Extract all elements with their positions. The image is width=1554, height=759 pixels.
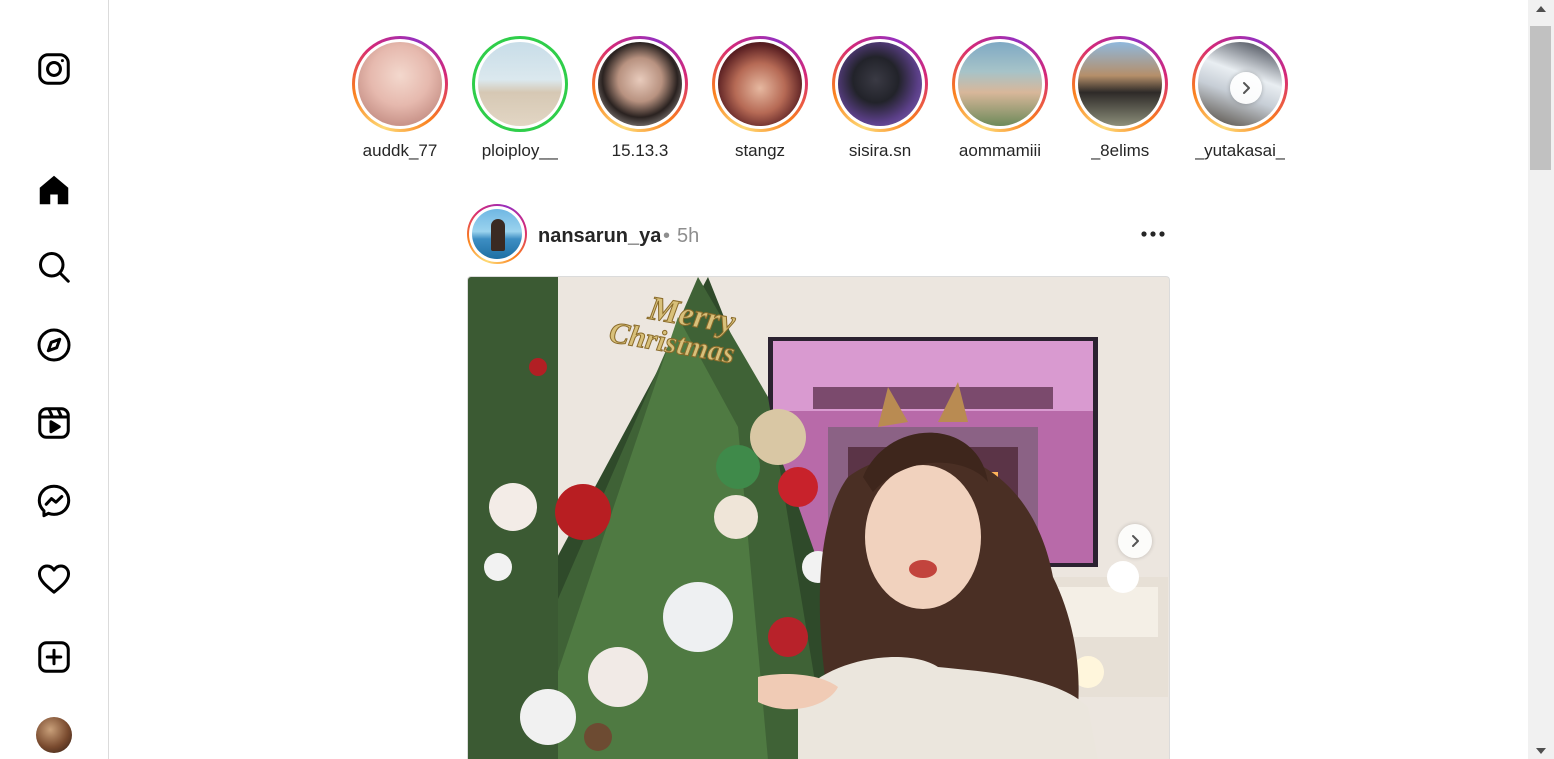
- search-icon: [39, 252, 70, 283]
- story-item[interactable]: auddk_77: [350, 36, 450, 166]
- sidebar-item-reels[interactable]: [30, 399, 78, 447]
- story-item[interactable]: ploiploy__: [470, 36, 570, 166]
- stories-tray: auddk_77 ploiploy__ 15.13.3 stangz sisir…: [350, 36, 1310, 166]
- story-ring: [472, 36, 568, 132]
- story-ring: [352, 36, 448, 132]
- heart-icon: [37, 564, 71, 594]
- story-avatar: [958, 42, 1042, 126]
- scroll-down-arrow-icon: [1536, 747, 1546, 754]
- story-avatar: [598, 42, 682, 126]
- story-username: _yutakasai_: [1194, 141, 1286, 160]
- instagram-logo-icon: [38, 53, 70, 85]
- messenger-icon: [37, 484, 71, 518]
- sidebar-item-explore[interactable]: [30, 321, 78, 369]
- post-carousel-next-button[interactable]: [1118, 524, 1152, 558]
- story-username: auddk_77: [362, 141, 438, 160]
- chevron-right-icon: [1243, 82, 1250, 94]
- post-more-button[interactable]: [1137, 222, 1169, 246]
- story-username: ploiploy__: [481, 141, 559, 160]
- create-icon: [38, 641, 70, 673]
- story-avatar: [358, 42, 442, 126]
- sidebar-item-notifications[interactable]: [30, 555, 78, 603]
- story-username: aommamiii: [958, 141, 1042, 160]
- story-avatar: [838, 42, 922, 126]
- main-feed: auddk_77 ploiploy__ 15.13.3 stangz sisir…: [110, 0, 1528, 759]
- more-horizontal-icon: [1141, 231, 1165, 237]
- sidebar-item-search[interactable]: [30, 243, 78, 291]
- instagram-logo[interactable]: [30, 45, 78, 93]
- story-ring: [952, 36, 1048, 132]
- story-ring: [1072, 36, 1168, 132]
- story-username: stangz: [734, 141, 786, 160]
- story-item[interactable]: stangz: [710, 36, 810, 166]
- sidebar: [0, 0, 109, 759]
- story-username: 15.13.3: [611, 141, 669, 160]
- scroll-down-button[interactable]: [1528, 742, 1554, 759]
- page-scrollbar[interactable]: [1528, 0, 1554, 759]
- post-separator: •: [663, 225, 671, 247]
- sidebar-item-profile-avatar[interactable]: [36, 717, 72, 753]
- story-username: _8elims: [1090, 141, 1150, 160]
- post-author-username[interactable]: nansarun_ya: [538, 225, 661, 248]
- story-avatar: [718, 42, 802, 126]
- scrollbar-thumb[interactable]: [1530, 26, 1551, 170]
- sidebar-item-messages[interactable]: [30, 477, 78, 525]
- post-header: nansarun_ya • 5h: [467, 204, 1170, 266]
- post-timestamp[interactable]: 5h: [677, 225, 699, 248]
- stories-next-button[interactable]: [1230, 72, 1262, 104]
- post-author-avatar[interactable]: [467, 204, 527, 264]
- story-avatar: [1078, 42, 1162, 126]
- story-ring: [712, 36, 808, 132]
- sidebar-item-create[interactable]: [30, 633, 78, 681]
- story-username: sisira.sn: [848, 141, 912, 160]
- story-ring: [592, 36, 688, 132]
- story-item[interactable]: _8elims: [1070, 36, 1170, 166]
- story-item[interactable]: aommamiii: [950, 36, 1050, 166]
- chevron-right-icon: [1132, 535, 1139, 547]
- story-avatar: [478, 42, 562, 126]
- explore-icon: [37, 328, 71, 362]
- post-photo: Merry Christmas: [468, 277, 1169, 759]
- reels-icon: [38, 407, 70, 439]
- story-ring: [832, 36, 928, 132]
- post-image[interactable]: Merry Christmas: [467, 276, 1170, 759]
- story-item[interactable]: sisira.sn: [830, 36, 930, 166]
- scroll-up-arrow-icon: [1536, 5, 1546, 12]
- story-item[interactable]: 15.13.3: [590, 36, 690, 166]
- scroll-up-button[interactable]: [1528, 0, 1554, 17]
- home-icon: [39, 175, 69, 205]
- sidebar-item-home[interactable]: [30, 166, 78, 214]
